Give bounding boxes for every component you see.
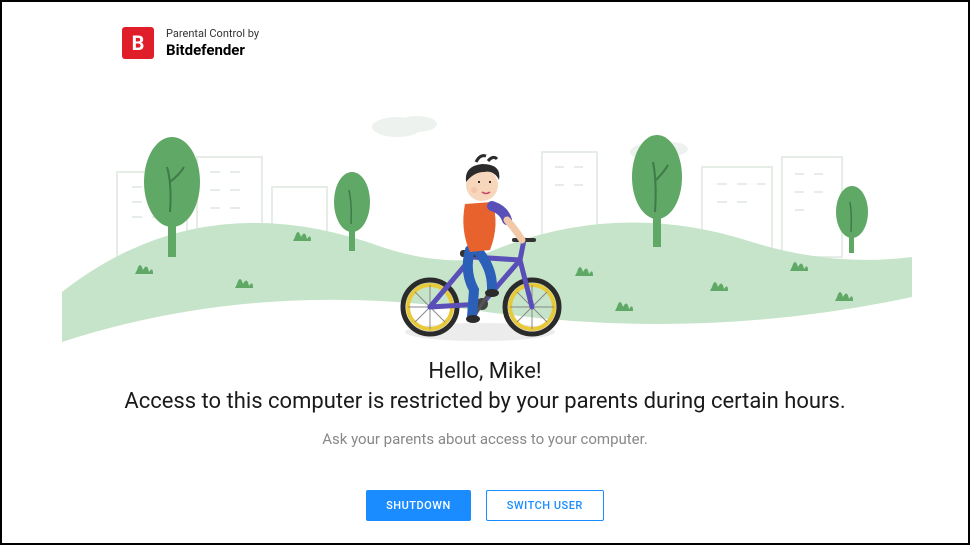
action-buttons: SHUTDOWN SWITCH USER: [2, 490, 968, 521]
instruction-text: Ask your parents about access to your co…: [62, 430, 908, 448]
restriction-text: Access to this computer is restricted by…: [62, 387, 908, 417]
park-illustration: [2, 112, 968, 342]
app-header: B Parental Control by Bitdefender: [2, 2, 968, 59]
header-brand: Bitdefender: [166, 41, 259, 59]
switch-user-button[interactable]: SWITCH USER: [486, 490, 604, 521]
brand-logo-icon: B: [122, 27, 154, 59]
header-text: Parental Control by Bitdefender: [166, 27, 259, 58]
header-subtitle: Parental Control by: [166, 27, 259, 40]
greeting-text: Hello, Mike!: [62, 357, 908, 387]
message-area: Hello, Mike! Access to this computer is …: [2, 357, 968, 448]
shutdown-button[interactable]: SHUTDOWN: [366, 490, 471, 521]
